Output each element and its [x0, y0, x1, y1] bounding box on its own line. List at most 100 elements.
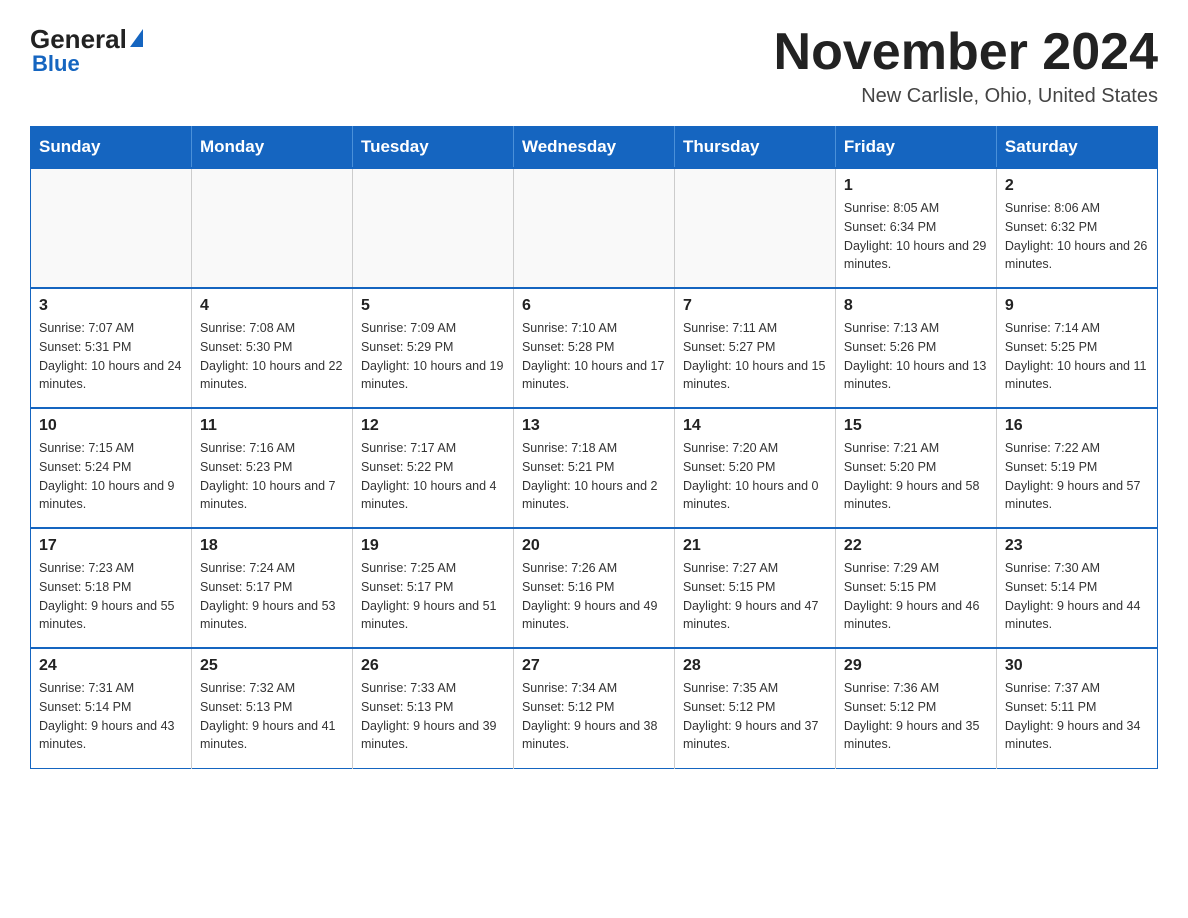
day-info: Sunrise: 7:26 AMSunset: 5:16 PMDaylight:… — [522, 559, 666, 634]
column-header-tuesday: Tuesday — [352, 127, 513, 169]
calendar-cell: 28 Sunrise: 7:35 AMSunset: 5:12 PMDayligh… — [674, 648, 835, 768]
column-header-sunday: Sunday — [31, 127, 192, 169]
day-info: Sunrise: 7:18 AMSunset: 5:21 PMDaylight:… — [522, 439, 666, 514]
day-info: Sunrise: 7:14 AMSunset: 5:25 PMDaylight:… — [1005, 319, 1149, 394]
day-info: Sunrise: 8:05 AMSunset: 6:34 PMDaylight:… — [844, 199, 988, 274]
day-number: 30 — [1005, 657, 1149, 675]
day-number: 20 — [522, 537, 666, 555]
day-info: Sunrise: 7:16 AMSunset: 5:23 PMDaylight:… — [200, 439, 344, 514]
calendar-cell: 7 Sunrise: 7:11 AMSunset: 5:27 PMDaylight… — [674, 288, 835, 408]
day-number: 8 — [844, 297, 988, 315]
calendar-cell: 5Sunrise: 7:09 AMSunset: 5:29 PMDaylight… — [352, 288, 513, 408]
day-number: 27 — [522, 657, 666, 675]
day-number: 6 — [522, 297, 666, 315]
calendar-header-row: SundayMondayTuesdayWednesdayThursdayFrid… — [31, 127, 1158, 169]
calendar-cell: 17 Sunrise: 7:23 AMSunset: 5:18 PMDayligh… — [31, 528, 192, 648]
calendar-week-2: 3 Sunrise: 7:07 AMSunset: 5:31 PMDaylight… — [31, 288, 1158, 408]
page-title: November 2024 — [774, 24, 1158, 81]
day-number: 9 — [1005, 297, 1149, 315]
calendar-cell: 14 Sunrise: 7:20 AMSunset: 5:20 PMDayligh… — [674, 408, 835, 528]
header: General Blue November 2024 New Carlisle,… — [30, 24, 1158, 108]
calendar-week-4: 17 Sunrise: 7:23 AMSunset: 5:18 PMDayligh… — [31, 528, 1158, 648]
day-info: Sunrise: 7:35 AMSunset: 5:12 PMDaylight:… — [683, 679, 827, 754]
calendar-cell: 21 Sunrise: 7:27 AMSunset: 5:15 PMDayligh… — [674, 528, 835, 648]
day-info: Sunrise: 7:37 AMSunset: 5:11 PMDaylight:… — [1005, 679, 1149, 754]
calendar-cell: 3 Sunrise: 7:07 AMSunset: 5:31 PMDaylight… — [31, 288, 192, 408]
day-number: 19 — [361, 537, 505, 555]
day-info: Sunrise: 7:30 AMSunset: 5:14 PMDaylight:… — [1005, 559, 1149, 634]
column-header-wednesday: Wednesday — [513, 127, 674, 169]
day-info: Sunrise: 8:06 AMSunset: 6:32 PMDaylight:… — [1005, 199, 1149, 274]
calendar-cell: 8 Sunrise: 7:13 AMSunset: 5:26 PMDaylight… — [835, 288, 996, 408]
day-info: Sunrise: 7:17 AMSunset: 5:22 PMDaylight:… — [361, 439, 505, 514]
column-header-saturday: Saturday — [996, 127, 1157, 169]
calendar-cell — [352, 168, 513, 288]
day-number: 14 — [683, 417, 827, 435]
calendar-cell: 19Sunrise: 7:25 AMSunset: 5:17 PMDayligh… — [352, 528, 513, 648]
day-number: 1 — [844, 177, 988, 195]
calendar-week-1: 1 Sunrise: 8:05 AMSunset: 6:34 PMDaylight… — [31, 168, 1158, 288]
day-info: Sunrise: 7:22 AMSunset: 5:19 PMDaylight:… — [1005, 439, 1149, 514]
day-number: 16 — [1005, 417, 1149, 435]
calendar-cell: 16 Sunrise: 7:22 AMSunset: 5:19 PMDayligh… — [996, 408, 1157, 528]
calendar-cell: 4 Sunrise: 7:08 AMSunset: 5:30 PMDaylight… — [191, 288, 352, 408]
calendar-cell: 27Sunrise: 7:34 AMSunset: 5:12 PMDayligh… — [513, 648, 674, 768]
day-number: 25 — [200, 657, 344, 675]
day-info: Sunrise: 7:08 AMSunset: 5:30 PMDaylight:… — [200, 319, 344, 394]
day-info: Sunrise: 7:15 AMSunset: 5:24 PMDaylight:… — [39, 439, 183, 514]
calendar-cell: 9 Sunrise: 7:14 AMSunset: 5:25 PMDaylight… — [996, 288, 1157, 408]
calendar-cell: 30 Sunrise: 7:37 AMSunset: 5:11 PMDayligh… — [996, 648, 1157, 768]
day-number: 7 — [683, 297, 827, 315]
calendar-cell: 29 Sunrise: 7:36 AMSunset: 5:12 PMDayligh… — [835, 648, 996, 768]
day-number: 3 — [39, 297, 183, 315]
day-info: Sunrise: 7:13 AMSunset: 5:26 PMDaylight:… — [844, 319, 988, 394]
day-number: 10 — [39, 417, 183, 435]
page-subtitle: New Carlisle, Ohio, United States — [774, 85, 1158, 108]
logo-triangle-icon — [130, 29, 143, 47]
day-info: Sunrise: 7:36 AMSunset: 5:12 PMDaylight:… — [844, 679, 988, 754]
calendar-cell: 10 Sunrise: 7:15 AMSunset: 5:24 PMDayligh… — [31, 408, 192, 528]
calendar-cell: 22 Sunrise: 7:29 AMSunset: 5:15 PMDayligh… — [835, 528, 996, 648]
logo-blue-text: Blue — [32, 51, 80, 77]
day-number: 22 — [844, 537, 988, 555]
day-info: Sunrise: 7:20 AMSunset: 5:20 PMDaylight:… — [683, 439, 827, 514]
day-info: Sunrise: 7:23 AMSunset: 5:18 PMDaylight:… — [39, 559, 183, 634]
day-number: 12 — [361, 417, 505, 435]
day-info: Sunrise: 7:27 AMSunset: 5:15 PMDaylight:… — [683, 559, 827, 634]
day-info: Sunrise: 7:21 AMSunset: 5:20 PMDaylight:… — [844, 439, 988, 514]
day-info: Sunrise: 7:31 AMSunset: 5:14 PMDaylight:… — [39, 679, 183, 754]
day-number: 4 — [200, 297, 344, 315]
calendar-cell: 26 Sunrise: 7:33 AMSunset: 5:13 PMDayligh… — [352, 648, 513, 768]
day-info: Sunrise: 7:33 AMSunset: 5:13 PMDaylight:… — [361, 679, 505, 754]
day-info: Sunrise: 7:07 AMSunset: 5:31 PMDaylight:… — [39, 319, 183, 394]
day-info: Sunrise: 7:29 AMSunset: 5:15 PMDaylight:… — [844, 559, 988, 634]
calendar-cell: 18Sunrise: 7:24 AMSunset: 5:17 PMDayligh… — [191, 528, 352, 648]
day-number: 24 — [39, 657, 183, 675]
calendar-week-5: 24 Sunrise: 7:31 AMSunset: 5:14 PMDayligh… — [31, 648, 1158, 768]
calendar-cell: 20 Sunrise: 7:26 AMSunset: 5:16 PMDayligh… — [513, 528, 674, 648]
day-info: Sunrise: 7:09 AMSunset: 5:29 PMDaylight:… — [361, 319, 505, 394]
day-number: 21 — [683, 537, 827, 555]
calendar-cell — [31, 168, 192, 288]
day-number: 23 — [1005, 537, 1149, 555]
day-number: 28 — [683, 657, 827, 675]
calendar-cell: 1 Sunrise: 8:05 AMSunset: 6:34 PMDaylight… — [835, 168, 996, 288]
day-number: 26 — [361, 657, 505, 675]
calendar-cell — [191, 168, 352, 288]
calendar-cell: 13 Sunrise: 7:18 AMSunset: 5:21 PMDayligh… — [513, 408, 674, 528]
calendar-cell — [674, 168, 835, 288]
calendar-week-3: 10 Sunrise: 7:15 AMSunset: 5:24 PMDayligh… — [31, 408, 1158, 528]
calendar-cell: 11Sunrise: 7:16 AMSunset: 5:23 PMDayligh… — [191, 408, 352, 528]
day-number: 15 — [844, 417, 988, 435]
calendar-cell — [513, 168, 674, 288]
calendar-cell: 23 Sunrise: 7:30 AMSunset: 5:14 PMDayligh… — [996, 528, 1157, 648]
day-number: 17 — [39, 537, 183, 555]
title-area: November 2024 New Carlisle, Ohio, United… — [774, 24, 1158, 108]
day-number: 13 — [522, 417, 666, 435]
calendar-cell: 24 Sunrise: 7:31 AMSunset: 5:14 PMDayligh… — [31, 648, 192, 768]
day-info: Sunrise: 7:32 AMSunset: 5:13 PMDaylight:… — [200, 679, 344, 754]
day-number: 29 — [844, 657, 988, 675]
day-info: Sunrise: 7:24 AMSunset: 5:17 PMDaylight:… — [200, 559, 344, 634]
calendar-cell: 12 Sunrise: 7:17 AMSunset: 5:22 PMDayligh… — [352, 408, 513, 528]
day-info: Sunrise: 7:11 AMSunset: 5:27 PMDaylight:… — [683, 319, 827, 394]
